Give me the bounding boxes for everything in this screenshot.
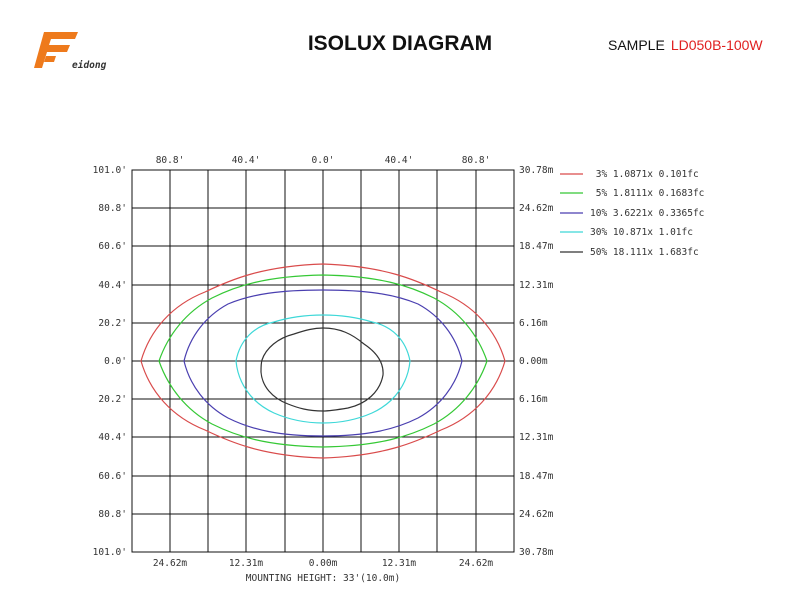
bottom-label: 24.62m bbox=[459, 558, 494, 569]
left-label: 20.2' bbox=[98, 318, 127, 329]
right-label: 24.62m bbox=[519, 203, 554, 214]
left-label: 40.4' bbox=[98, 432, 127, 443]
left-label: 60.6' bbox=[98, 241, 127, 252]
mounting-height-label: MOUNTING HEIGHT: 33'(10.0m) bbox=[246, 573, 400, 584]
right-label: 18.47m bbox=[519, 471, 554, 482]
left-label: 101.0' bbox=[93, 547, 127, 558]
right-label: 6.16m bbox=[519, 318, 548, 329]
top-label: 40.4' bbox=[385, 155, 414, 166]
bottom-axis-labels: 24.62m 12.31m 0.00m 12.31m 24.62m bbox=[153, 558, 494, 569]
left-label: 40.4' bbox=[98, 280, 127, 291]
left-label: 101.0' bbox=[93, 165, 127, 176]
right-label: 18.47m bbox=[519, 241, 554, 252]
bottom-label: 12.31m bbox=[229, 558, 264, 569]
legend-entry: 10% 3.6221x 0.3365fc bbox=[590, 208, 704, 219]
top-label: 40.4' bbox=[232, 155, 261, 166]
left-axis-labels: 101.0' 80.8' 60.6' 40.4' 20.2' 0.0' 20.2… bbox=[93, 165, 127, 558]
top-label: 80.8' bbox=[156, 155, 185, 166]
legend-entry: 30% 10.871x 1.01fc bbox=[590, 227, 693, 238]
right-label: 24.62m bbox=[519, 509, 554, 520]
legend-entry: 3% 1.0871x 0.101fc bbox=[590, 169, 699, 180]
top-label: 80.8' bbox=[462, 155, 491, 166]
left-label: 20.2' bbox=[98, 394, 127, 405]
right-label: 12.31m bbox=[519, 432, 554, 443]
top-axis-labels: 80.8' 40.4' 0.0' 40.4' 80.8' bbox=[156, 155, 491, 166]
left-label: 60.6' bbox=[98, 471, 127, 482]
right-label: 12.31m bbox=[519, 280, 554, 291]
right-label: 30.78m bbox=[519, 547, 554, 558]
legend: 3% 1.0871x 0.101fc 5% 1.8111x 0.1683fc 1… bbox=[560, 169, 704, 258]
right-axis-labels: 30.78m 24.62m 18.47m 12.31m 6.16m 0.00m … bbox=[519, 165, 554, 558]
diagram-grid bbox=[131, 169, 515, 553]
bottom-label: 0.00m bbox=[309, 558, 338, 569]
bottom-label: 24.62m bbox=[153, 558, 188, 569]
legend-entry: 50% 18.111x 1.683fc bbox=[590, 247, 699, 258]
left-label: 0.0' bbox=[104, 356, 127, 367]
left-label: 80.8' bbox=[98, 203, 127, 214]
top-label: 0.0' bbox=[312, 155, 335, 166]
legend-entry: 5% 1.8111x 0.1683fc bbox=[590, 188, 704, 199]
right-label: 6.16m bbox=[519, 394, 548, 405]
right-label: 0.00m bbox=[519, 356, 548, 367]
isolux-diagram: 80.8' 40.4' 0.0' 40.4' 80.8' 101.0' 80.8… bbox=[93, 155, 705, 584]
right-label: 30.78m bbox=[519, 165, 554, 176]
bottom-label: 12.31m bbox=[382, 558, 417, 569]
left-label: 80.8' bbox=[98, 509, 127, 520]
